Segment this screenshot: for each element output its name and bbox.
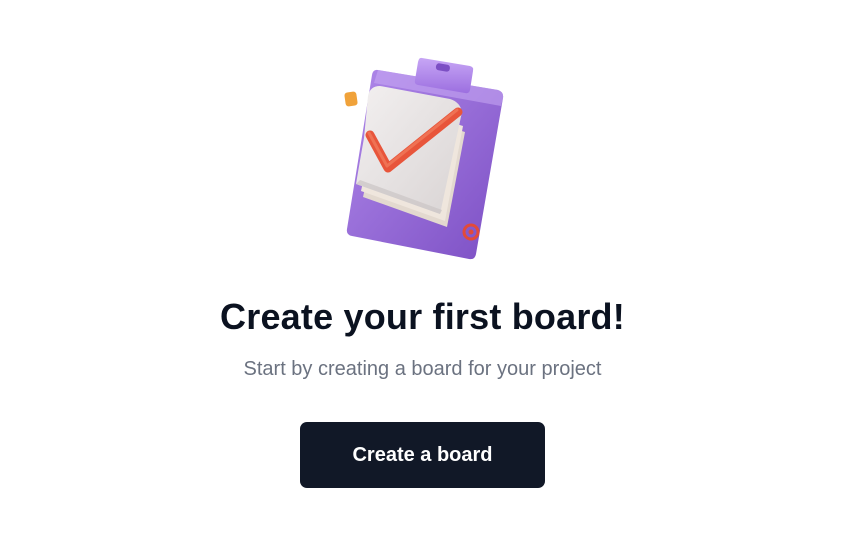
clipboard-checkmark-icon	[330, 50, 520, 265]
page-title: Create your first board!	[220, 296, 625, 337]
create-board-button-label: Create a board	[352, 443, 493, 466]
create-board-button[interactable]: Create a board	[300, 422, 545, 488]
empty-state-page: Create your first board! Start by creati…	[0, 0, 853, 553]
page-subtitle: Start by creating a board for your proje…	[243, 358, 602, 380]
